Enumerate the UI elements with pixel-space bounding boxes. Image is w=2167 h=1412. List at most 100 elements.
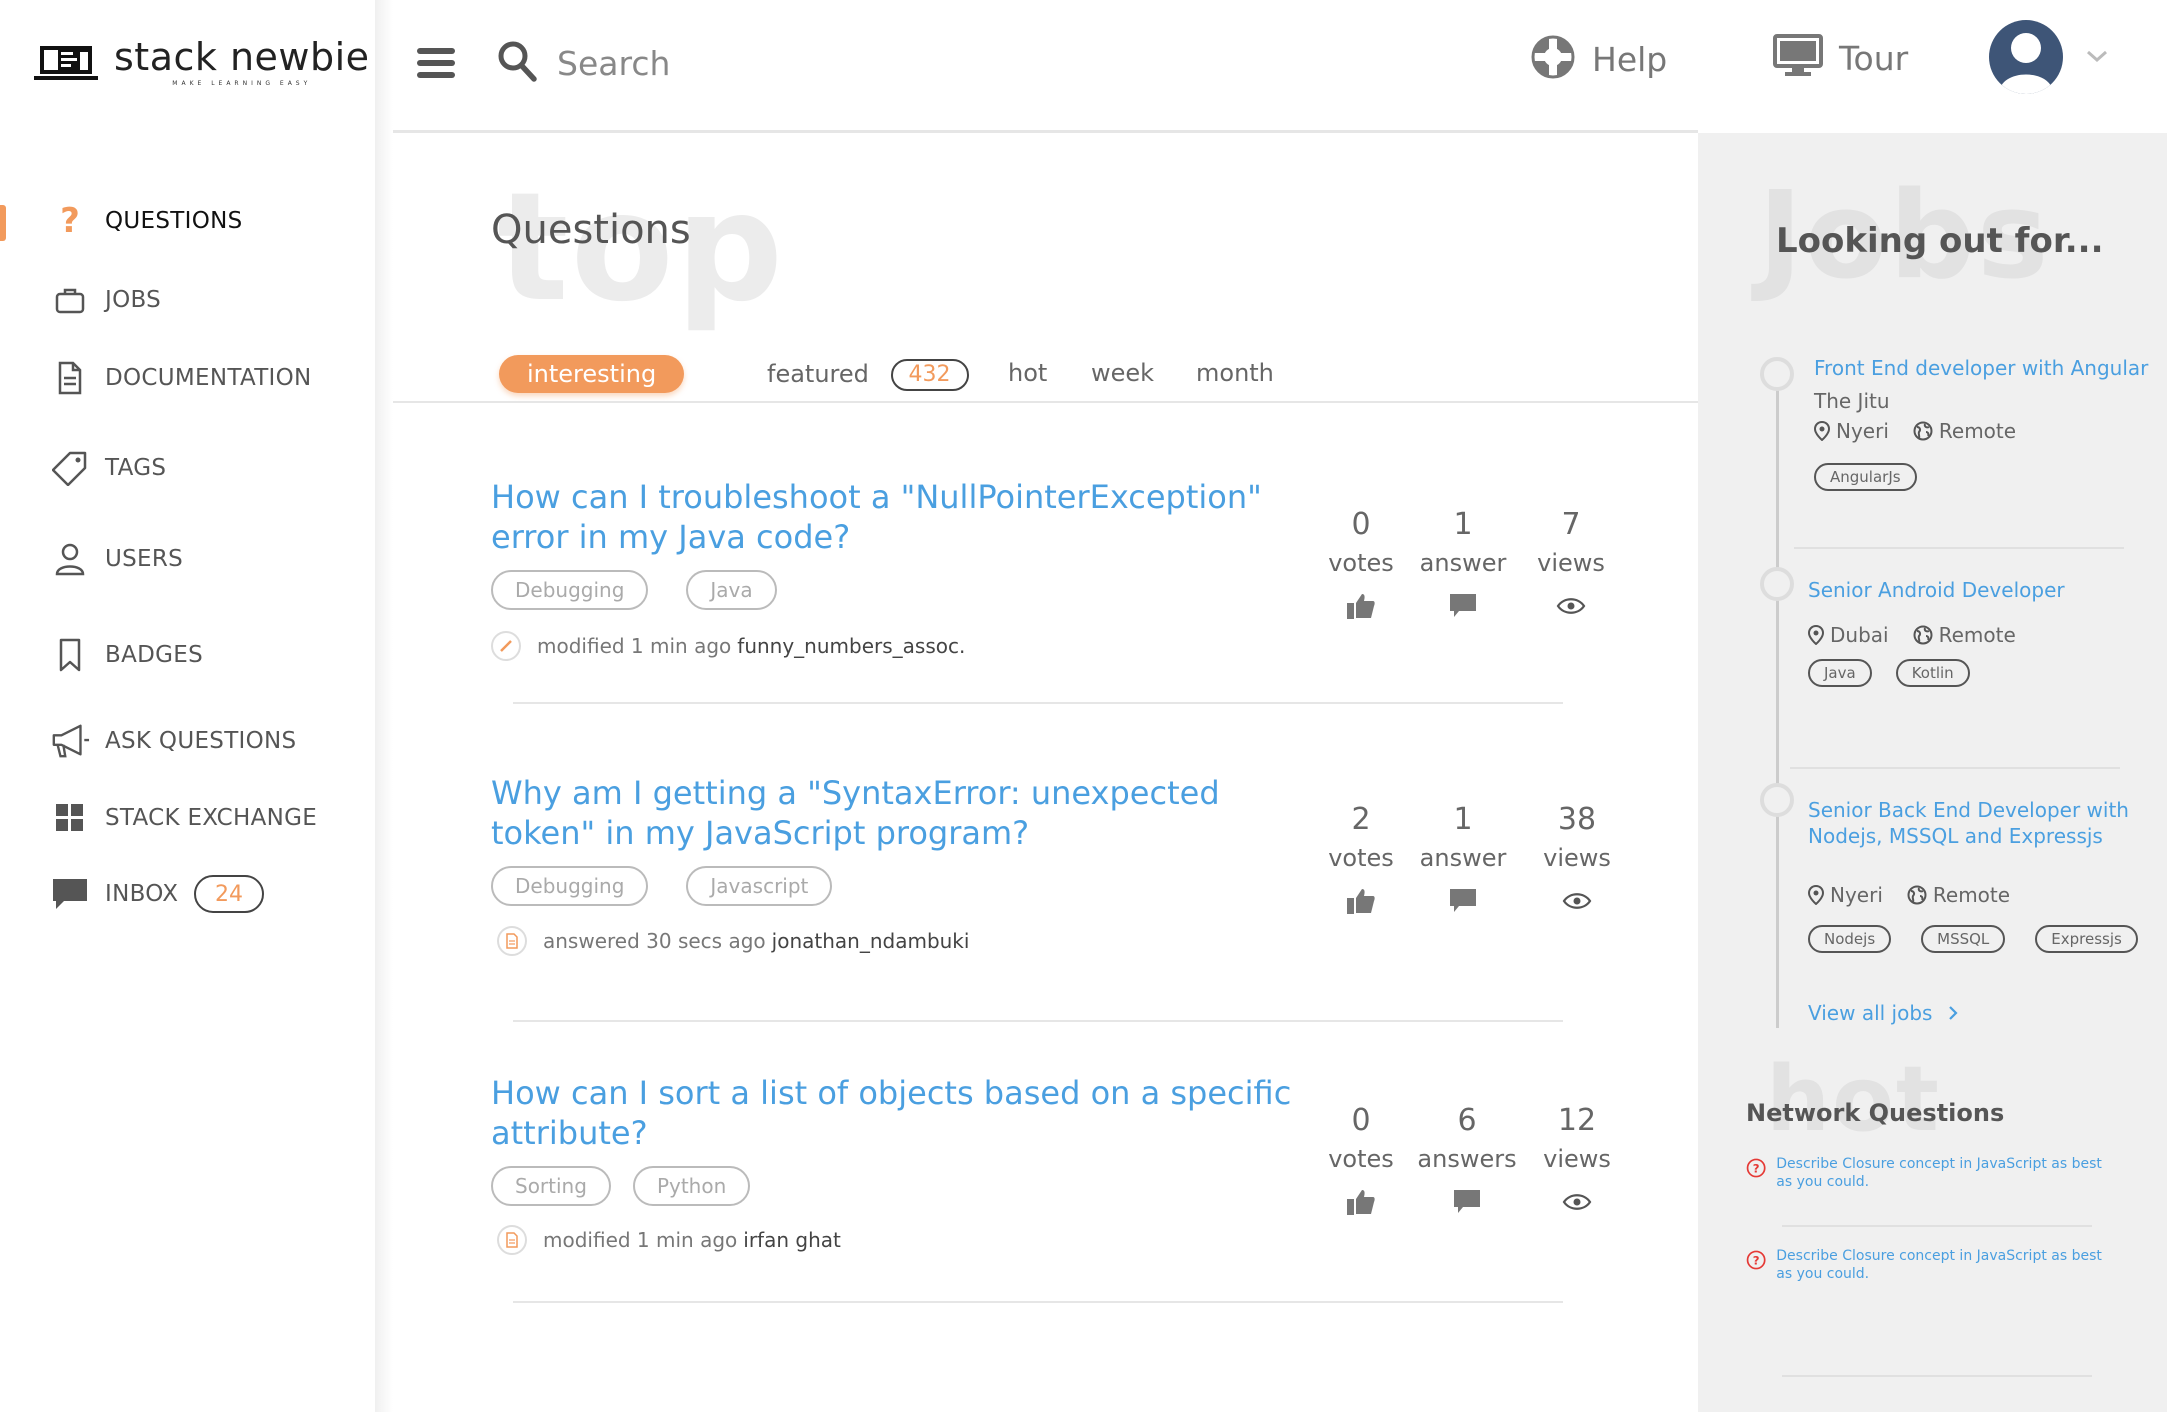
tab-interesting[interactable]: interesting xyxy=(499,355,685,393)
question-divider xyxy=(513,702,1563,704)
brand-name: stack newbie xyxy=(114,35,370,79)
chevron-right-icon xyxy=(1949,1006,1959,1020)
timeline-marker xyxy=(1760,567,1794,601)
file-icon xyxy=(497,926,527,956)
sidebar-item-label: STACK EXCHANGE xyxy=(105,805,318,831)
file-icon xyxy=(497,1225,527,1255)
comment-icon[interactable] xyxy=(1446,591,1480,621)
sidebar-item-label: JOBS xyxy=(105,287,162,313)
sidebar-item-label: QUESTIONS xyxy=(105,208,243,234)
question-tags: Debugging Java xyxy=(491,570,815,610)
megaphone-icon xyxy=(50,721,90,761)
job-tag-chip[interactable]: Java xyxy=(1808,659,1872,687)
answers-label: answer xyxy=(1419,844,1507,872)
answers-label: answer xyxy=(1419,549,1507,577)
question-divider xyxy=(513,1020,1563,1022)
sidebar-item-questions[interactable]: ? QUESTIONS xyxy=(0,191,375,251)
tab-month[interactable]: month xyxy=(1196,359,1274,387)
network-question-text: Describe Closure concept in JavaScript a… xyxy=(1776,1156,2102,1190)
tab-week[interactable]: week xyxy=(1091,359,1154,387)
sidebar-item-label: USERS xyxy=(105,546,184,572)
job-title-link[interactable]: Senior Back End Developer with Nodejs, M… xyxy=(1808,797,2158,849)
monitor-icon xyxy=(1773,34,1823,82)
sidebar-item-documentation[interactable]: DOCUMENTATION xyxy=(0,348,375,408)
job-tag-chip[interactable]: Expressjs xyxy=(2035,925,2138,953)
comment-icon[interactable] xyxy=(1446,886,1480,916)
grid-icon xyxy=(50,798,90,838)
featured-count-badge: 432 xyxy=(890,359,969,391)
jobs-panel: Jobs Looking out for... Front End develo… xyxy=(1698,133,2167,1412)
timeline-line xyxy=(1776,373,1779,1028)
votes-label: votes xyxy=(1328,1145,1394,1173)
network-question-item[interactable]: ? Describe Closure concept in JavaScript… xyxy=(1746,1247,2106,1283)
tag-chip[interactable]: Sorting xyxy=(491,1166,611,1206)
job-title-link[interactable]: Front End developer with Angular xyxy=(1814,355,2154,381)
view-all-jobs-link[interactable]: View all jobs xyxy=(1808,1001,1960,1025)
answers-label: answers xyxy=(1417,1145,1517,1173)
job-location: Nyeri Remote xyxy=(1808,883,2158,907)
views-label: views xyxy=(1543,844,1611,872)
menu-button[interactable] xyxy=(417,48,455,82)
sidebar-item-inbox[interactable]: INBOX 24 xyxy=(0,864,375,924)
votes-count: 0 xyxy=(1351,507,1371,542)
job-title-link[interactable]: Senior Android Developer xyxy=(1808,577,2148,603)
brand-logo[interactable]: stack newbie MAKE LEARNING EASY xyxy=(34,38,370,87)
thumbs-up-icon[interactable] xyxy=(1344,886,1378,916)
job-tags: AngularJs xyxy=(1814,463,2154,491)
tab-featured[interactable]: featured 432 xyxy=(767,359,969,391)
sidebar-item-ask-questions[interactable]: ASK QUESTIONS xyxy=(0,711,375,771)
tag-icon xyxy=(50,448,90,488)
sidebar-item-label: DOCUMENTATION xyxy=(105,365,312,391)
comment-icon[interactable] xyxy=(1450,1187,1484,1217)
job-tag-chip[interactable]: MSSQL xyxy=(1921,925,2006,953)
sidebar-item-stack-exchange[interactable]: STACK EXCHANGE xyxy=(0,788,375,848)
meta-user-link[interactable]: jonathan_ndambuki xyxy=(772,929,970,953)
tag-chip[interactable]: Debugging xyxy=(491,570,649,610)
question-title-link[interactable]: How can I sort a list of objects based o… xyxy=(491,1073,1311,1153)
sidebar-item-tags[interactable]: TAGS xyxy=(0,438,375,498)
views-stat: 38 views xyxy=(1527,802,1627,916)
views-label: views xyxy=(1543,1145,1611,1173)
user-avatar[interactable] xyxy=(1989,20,2063,94)
help-link[interactable]: Help xyxy=(1530,34,1667,84)
question-title-link[interactable]: How can I troubleshoot a "NullPointerExc… xyxy=(491,477,1291,557)
views-count: 7 xyxy=(1561,507,1581,542)
network-question-text: Describe Closure concept in JavaScript a… xyxy=(1776,1248,2102,1282)
sidebar-item-badges[interactable]: BADGES xyxy=(0,625,375,685)
job-tag-chip[interactable]: AngularJs xyxy=(1814,463,1917,491)
question-title-link[interactable]: Why am I getting a "SyntaxError: unexpec… xyxy=(491,773,1291,853)
lifebuoy-icon xyxy=(1530,34,1576,84)
job-location: Nyeri Remote xyxy=(1814,419,2154,443)
view-all-label: View all jobs xyxy=(1808,1001,1933,1025)
votes-label: votes xyxy=(1328,549,1394,577)
tour-label: Tour xyxy=(1839,38,1909,78)
search-input[interactable] xyxy=(557,43,1057,83)
questions-main: top Questions interesting featured 432 h… xyxy=(393,133,1698,1412)
thumbs-up-icon[interactable] xyxy=(1344,591,1378,621)
network-divider xyxy=(1782,1225,2092,1227)
views-count: 38 xyxy=(1557,802,1597,837)
chevron-down-icon[interactable] xyxy=(2085,48,2109,68)
tag-chip[interactable]: Debugging xyxy=(491,866,649,906)
sidebar-item-jobs[interactable]: JOBS xyxy=(0,270,375,330)
meta-user-link[interactable]: funny_numbers_assoc. xyxy=(737,634,965,658)
tag-chip[interactable]: Javascript xyxy=(686,866,833,906)
sidebar-item-users[interactable]: USERS xyxy=(0,529,375,589)
tag-chip[interactable]: Java xyxy=(686,570,777,610)
job-tag-chip[interactable]: Kotlin xyxy=(1895,659,1970,687)
job-location-text: Nyeri xyxy=(1836,419,1889,443)
globe-icon xyxy=(1907,885,1927,905)
network-question-item[interactable]: ? Describe Closure concept in JavaScript… xyxy=(1746,1155,2106,1191)
tag-chip[interactable]: Python xyxy=(632,1166,751,1206)
meta-action: modified 1 min ago xyxy=(543,1228,738,1252)
meta-user-link[interactable]: irfan ghat xyxy=(743,1228,841,1252)
job-location-text: Dubai xyxy=(1830,623,1889,647)
job-tag-chip[interactable]: Nodejs xyxy=(1808,925,1892,953)
thumbs-up-icon[interactable] xyxy=(1344,1187,1378,1217)
meta-action: answered 30 secs ago xyxy=(543,929,766,953)
search-icon[interactable] xyxy=(497,40,537,86)
answers-count: 1 xyxy=(1453,507,1473,542)
tab-hot[interactable]: hot xyxy=(1008,359,1047,387)
hamburger-bar xyxy=(417,60,455,66)
tour-link[interactable]: Tour xyxy=(1773,34,1908,82)
